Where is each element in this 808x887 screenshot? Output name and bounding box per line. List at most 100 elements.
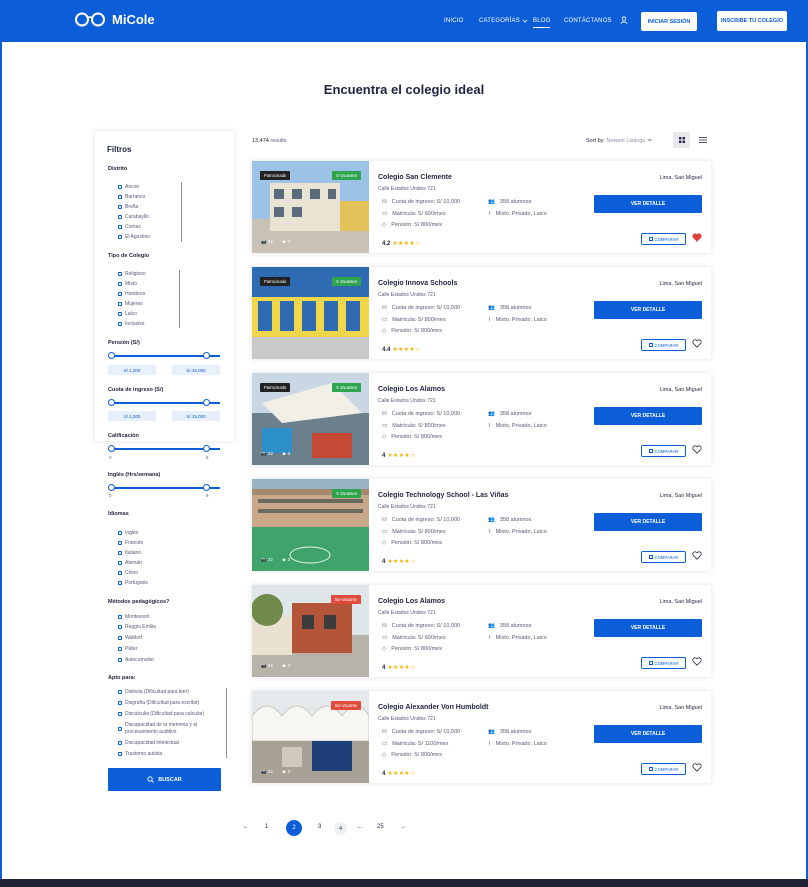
checkbox[interactable]	[118, 658, 122, 662]
ingles-max-handle[interactable]	[203, 484, 210, 491]
checkbox[interactable]	[118, 712, 122, 716]
school-photo[interactable]: Patrocinado 5 Vacantes 📷 22 ▶ 3	[252, 161, 369, 253]
filter-metodo-option[interactable]: Waldorf	[118, 635, 142, 641]
filter-distrito-option[interactable]: Ancon	[118, 184, 139, 190]
cuota-min-value[interactable]: S/.1,200	[108, 411, 156, 421]
filter-idioma-option[interactable]: Portugués	[118, 580, 148, 586]
school-name[interactable]: Colegio Los Alamos	[378, 598, 445, 605]
checkbox[interactable]	[118, 215, 122, 219]
school-photo[interactable]: Sin Vacante 📷 22 ▶ 3	[252, 585, 369, 677]
nav-contactanos[interactable]: CONTÁCTANOS	[564, 18, 612, 24]
school-name[interactable]: Colegio Innova Schools	[378, 280, 457, 287]
view-detail-button[interactable]: VER DETALLE	[594, 513, 702, 531]
pagination-page[interactable]: 25	[377, 824, 384, 830]
tipo-scrollbar[interactable]	[179, 270, 180, 328]
favorite-heart-icon[interactable]	[692, 233, 702, 242]
checkbox[interactable]	[118, 272, 122, 276]
filter-apto-option[interactable]: Discalculia (Dificultad para calcular)	[118, 711, 204, 717]
grid-view-button[interactable]	[673, 132, 690, 148]
pagination-next[interactable]: →	[400, 824, 406, 830]
school-name[interactable]: Colegio Alexander Von Humboldt	[378, 704, 488, 711]
view-detail-button[interactable]: VER DETALLE	[594, 195, 702, 213]
filter-idioma-option[interactable]: Italiano	[118, 550, 141, 556]
compare-button[interactable]: COMPARAR	[641, 657, 686, 669]
filter-metodo-option[interactable]: Reggio Emilia	[118, 624, 156, 630]
compare-button[interactable]: COMPARAR	[641, 763, 686, 775]
apto-scrollbar[interactable]	[226, 688, 227, 758]
nav-blog[interactable]: BLOG	[533, 18, 551, 28]
cuota-min-handle[interactable]	[108, 399, 115, 406]
pagination-page[interactable]: 1	[265, 824, 268, 830]
filter-tipo-option[interactable]: Mixto	[118, 281, 137, 287]
school-card[interactable]: 5 Vacantes 📷 22 ▶ 3 Colegio Technology Scho…	[252, 479, 711, 571]
school-card[interactable]: Patrocinado 5 Vacantes 📷 22 ▶ 3 Colegio San …	[252, 161, 711, 253]
checkbox[interactable]	[118, 690, 122, 694]
checkbox[interactable]	[118, 636, 122, 640]
filter-apto-option[interactable]: Trastorno autista	[118, 751, 162, 757]
school-photo[interactable]: Patrocinado 5 Vacantes 📷 22 ▶ 3	[252, 373, 369, 465]
pension-max-value[interactable]: S/.15,000	[172, 365, 220, 375]
filter-apto-option[interactable]: Discapacidad de la memoria y el procesam…	[118, 722, 218, 736]
checkbox[interactable]	[118, 225, 122, 229]
school-photo[interactable]: Patrocinado 5 Vacantes	[252, 267, 369, 359]
filter-idioma-option[interactable]: Alemán	[118, 560, 142, 566]
checkbox[interactable]	[118, 312, 122, 316]
calificacion-max-handle[interactable]	[203, 445, 210, 452]
compare-button[interactable]: COMPARAR	[641, 339, 686, 351]
filter-tipo-option[interactable]: Hombres	[118, 291, 145, 297]
checkbox[interactable]	[118, 531, 122, 535]
checkbox[interactable]	[118, 292, 122, 296]
pagination-page[interactable]: 3	[318, 824, 321, 830]
register-school-button[interactable]: INSCRIBE TU COLEGIO	[717, 11, 787, 31]
checkbox[interactable]	[118, 581, 122, 585]
checkbox[interactable]	[118, 561, 122, 565]
favorite-heart-icon[interactable]	[692, 657, 702, 666]
list-view-button[interactable]	[694, 132, 711, 148]
checkbox[interactable]	[118, 195, 122, 199]
nav-inicio[interactable]: INICIO	[444, 18, 464, 24]
checkbox[interactable]	[118, 282, 122, 286]
filter-metodo-option[interactable]: Montessori	[118, 614, 149, 620]
view-detail-button[interactable]: VER DETALLE	[594, 407, 702, 425]
school-name[interactable]: Colegio San Clemente	[378, 174, 452, 181]
checkbox[interactable]	[118, 185, 122, 189]
favorite-heart-icon[interactable]	[692, 445, 702, 454]
pagination-prev[interactable]: ←	[243, 824, 249, 830]
cuota-max-value[interactable]: S/.15,000	[172, 411, 220, 421]
distrito-scrollbar[interactable]	[181, 182, 182, 242]
favorite-heart-icon[interactable]	[692, 551, 702, 560]
checkbox[interactable]	[118, 571, 122, 575]
search-button[interactable]: BUSCAR	[108, 768, 221, 791]
brand-logo[interactable]: MiCole	[74, 12, 155, 27]
compare-button[interactable]: COMPARAR	[641, 445, 686, 457]
pension-min-handle[interactable]	[108, 352, 115, 359]
cuota-max-handle[interactable]	[203, 399, 210, 406]
school-card[interactable]: Sin Vacante 📷 22 ▶ 3 Colegio Alexander Von …	[252, 691, 711, 783]
checkbox[interactable]	[118, 551, 122, 555]
filter-distrito-option[interactable]: Barranco	[118, 194, 145, 200]
school-name[interactable]: Colegio Technology School - Las Viñas	[378, 492, 508, 499]
checkbox[interactable]	[118, 741, 122, 745]
school-photo[interactable]: 5 Vacantes 📷 22 ▶ 3	[252, 479, 369, 571]
checkbox[interactable]	[118, 625, 122, 629]
checkbox[interactable]	[118, 322, 122, 326]
checkbox[interactable]	[118, 615, 122, 619]
filter-distrito-option[interactable]: El Agustino	[118, 234, 150, 240]
nav-categorias[interactable]: CATEGORÍAS	[479, 18, 528, 24]
favorite-heart-icon[interactable]	[692, 763, 702, 772]
checkbox[interactable]	[118, 701, 122, 705]
filter-metodo-option[interactable]: Pikler	[118, 646, 138, 652]
filter-distrito-option[interactable]: Carabayllo	[118, 214, 149, 220]
sort-dropdown[interactable]: Sort by: Newest Listings	[586, 138, 652, 144]
filter-tipo-option[interactable]: Inclusivo	[118, 321, 144, 327]
filter-idioma-option[interactable]: Chino	[118, 570, 138, 576]
compare-button[interactable]: COMPARAR	[641, 551, 686, 563]
school-card[interactable]: Sin Vacante 📷 22 ▶ 3 Colegio Los Alamos Call…	[252, 585, 711, 677]
school-card[interactable]: Patrocinado 5 Vacantes Colegio Innova Scho…	[252, 267, 711, 359]
calificacion-min-handle[interactable]	[108, 445, 115, 452]
filter-apto-option[interactable]: Discapacidad intelectual	[118, 740, 179, 746]
checkbox[interactable]	[118, 727, 122, 731]
school-photo[interactable]: Sin Vacante 📷 22 ▶ 3	[252, 691, 369, 783]
filter-idioma-option[interactable]: Inglés	[118, 530, 138, 536]
view-detail-button[interactable]: VER DETALLE	[594, 725, 702, 743]
